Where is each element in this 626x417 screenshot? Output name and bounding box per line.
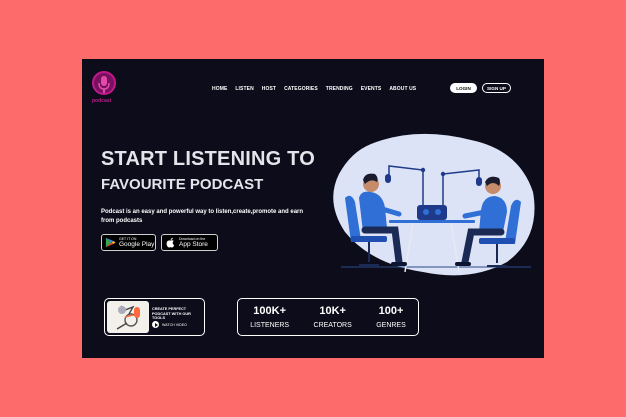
- podcast-promo-image: [107, 301, 149, 333]
- stat-value: 10K+: [319, 304, 346, 317]
- stat-label: LISTENERS: [250, 321, 290, 329]
- nav-home[interactable]: HOME: [212, 86, 227, 92]
- hero-title-line2: FAVOURITE PODCAST: [101, 176, 264, 193]
- apple-icon: [166, 237, 175, 248]
- stat-label: CREATORS: [313, 321, 352, 329]
- google-play-icon: [105, 237, 116, 248]
- nav-events[interactable]: EVENTS: [361, 86, 382, 92]
- brand-name: podcast: [92, 98, 112, 104]
- main-nav: HOME LISTEN HOST CATEGORIES TRENDING EVE…: [212, 86, 416, 92]
- hero-description: Podcast is an easy and powerful way to l…: [101, 209, 304, 224]
- stat-genres: 100+ GENRES: [376, 305, 406, 330]
- stats-panel: 100K+ LISTENERS 10K+ CREATORS 100+ GENRE…: [237, 298, 419, 336]
- stat-listeners: 100K+ LISTENERS: [250, 305, 289, 330]
- landing-page: podcast HOME LISTEN HOST CATEGORIES TREN…: [82, 59, 544, 358]
- app-store-button[interactable]: Download on the App Store: [161, 234, 218, 251]
- stat-value: 100+: [378, 304, 404, 317]
- play-icon[interactable]: [152, 321, 159, 328]
- nav-listen[interactable]: LISTEN: [235, 86, 253, 92]
- promo-card[interactable]: CREATE PERFECT PODCAST WITH OUR TOOLS WA…: [104, 298, 205, 336]
- nav-categories[interactable]: CATEGORIES: [284, 86, 318, 92]
- google-play-label: Google Play: [119, 241, 155, 248]
- nav-host[interactable]: HOST: [262, 86, 276, 92]
- google-play-button[interactable]: GET IT ON Google Play: [101, 234, 156, 251]
- login-button[interactable]: LOGIN: [450, 83, 477, 93]
- signup-button[interactable]: SIGN UP: [482, 83, 511, 93]
- promo-title: CREATE PERFECT PODCAST WITH OUR TOOLS: [152, 307, 191, 321]
- app-store-label: App Store: [179, 241, 208, 248]
- nav-trending[interactable]: TRENDING: [326, 86, 353, 92]
- hero-title-line1: START LISTENING TO: [101, 148, 315, 170]
- nav-about-us[interactable]: ABOUT US: [389, 86, 416, 92]
- stat-label: GENRES: [376, 321, 406, 329]
- watch-video-link[interactable]: WATCH VIDEO: [162, 323, 187, 327]
- stat-creators: 10K+ CREATORS: [314, 305, 352, 330]
- podcast-hosts-illustration: [333, 133, 535, 276]
- stat-value: 100K+: [253, 304, 287, 317]
